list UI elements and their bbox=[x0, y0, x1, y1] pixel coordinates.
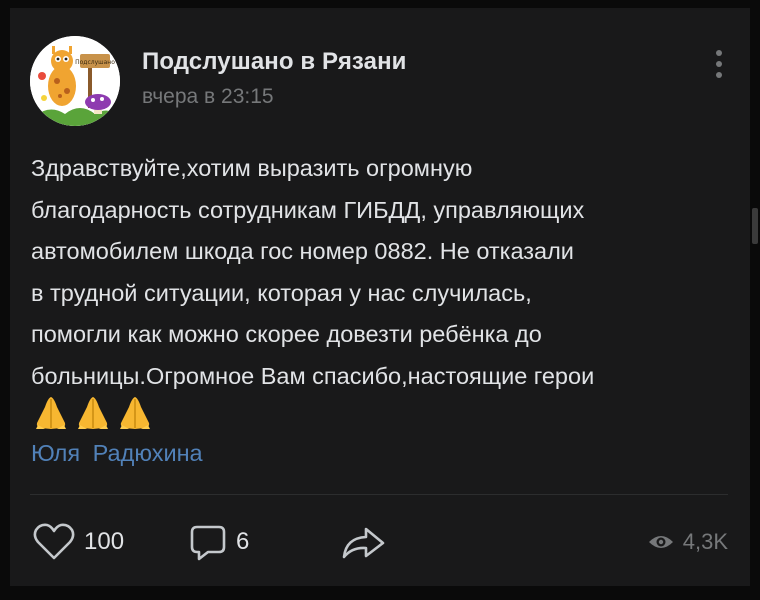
avatar-sign-text: Подслушано bbox=[75, 59, 115, 66]
post-text: Здравствуйте,хотим выразить огромную благ… bbox=[31, 148, 721, 397]
dot bbox=[716, 61, 722, 67]
like-count: 100 bbox=[84, 528, 125, 555]
eye-icon bbox=[648, 536, 673, 548]
avatar-illustration: Подслушано bbox=[30, 36, 120, 126]
post-text-line: в трудной ситуации, которая у нас случил… bbox=[31, 279, 532, 306]
post-card: Подслушано Подслушано в Рязани вчера в 2… bbox=[10, 8, 750, 586]
view-counter: 4,3K bbox=[647, 520, 728, 564]
group-avatar[interactable]: Подслушано bbox=[30, 36, 120, 126]
post-text-line: благодарность сотрудникам ГИБДД, управля… bbox=[31, 196, 585, 223]
group-name[interactable]: Подслушано в Рязани bbox=[142, 48, 407, 76]
heart-icon bbox=[33, 523, 75, 560]
divider bbox=[30, 494, 728, 495]
more-options-icon[interactable] bbox=[708, 42, 730, 86]
view-count: 4,3K bbox=[682, 529, 728, 554]
emoji-row bbox=[32, 391, 154, 431]
comment-icon bbox=[190, 525, 226, 561]
share-button[interactable] bbox=[340, 520, 386, 564]
scrollbar-thumb[interactable] bbox=[752, 208, 758, 244]
comment-count: 6 bbox=[236, 528, 250, 555]
post-text-line: автомобилем шкода гос номер 0882. Не отк… bbox=[31, 238, 574, 264]
share-arrow-icon bbox=[342, 527, 385, 559]
folded-hands-icon bbox=[120, 397, 150, 429]
comment-button[interactable]: 6 bbox=[188, 520, 249, 564]
author-mention-link[interactable]: Юля Радюхина bbox=[31, 440, 203, 467]
post-timestamp[interactable]: вчера в 23:15 bbox=[142, 85, 274, 109]
post-text-line: помогли как можно скорее довезти ребёнка… bbox=[31, 321, 542, 347]
folded-hands-icon bbox=[36, 397, 66, 429]
dot bbox=[716, 50, 722, 56]
dot bbox=[716, 72, 722, 78]
post-text-line: Здравствуйте,хотим выразить огромную bbox=[31, 155, 473, 181]
folded-hands-icon bbox=[78, 397, 108, 429]
like-button[interactable]: 100 bbox=[32, 520, 124, 564]
